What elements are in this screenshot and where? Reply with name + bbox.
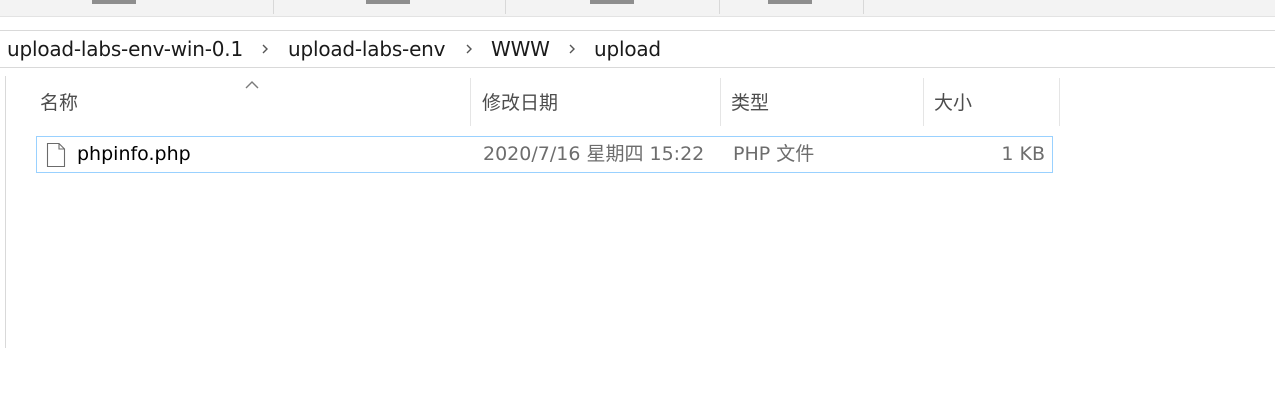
address-bar[interactable]: upload-labs-env-win-0.1 upload-labs-env … <box>0 30 1275 68</box>
column-header-row: 名称 修改日期 类型 大小 <box>30 78 1062 126</box>
breadcrumb-item-upload-labs-env-win[interactable]: upload-labs-env-win-0.1 <box>7 37 243 61</box>
ribbon-tab[interactable] <box>274 0 506 14</box>
chevron-right-icon[interactable] <box>466 42 473 56</box>
ribbon-tab[interactable] <box>720 0 864 14</box>
ribbon-strip <box>0 0 1275 17</box>
file-row[interactable]: phpinfo.php 2020/7/16 星期四 15:22 PHP 文件 1… <box>36 136 1053 173</box>
column-header-date-modified[interactable]: 修改日期 <box>471 78 721 126</box>
column-header-type[interactable]: 类型 <box>721 78 924 126</box>
breadcrumb-item-www[interactable]: WWW <box>491 37 550 61</box>
navigation-pane-border <box>5 76 6 348</box>
file-name[interactable]: phpinfo.php <box>77 143 191 166</box>
column-header-size[interactable]: 大小 <box>924 78 1060 126</box>
breadcrumb-item-upload[interactable]: upload <box>594 37 661 61</box>
column-header-size-label: 大小 <box>934 92 973 114</box>
column-header-name[interactable]: 名称 <box>30 78 471 126</box>
ribbon-tab[interactable] <box>0 0 274 14</box>
file-date-modified: 2020/7/16 星期四 15:22 <box>483 143 705 165</box>
column-header-date-label: 修改日期 <box>482 92 559 114</box>
file-size: 1 KB <box>1001 143 1045 165</box>
column-header-name-label: 名称 <box>40 92 79 114</box>
file-type: PHP 文件 <box>733 143 815 165</box>
breadcrumb-item-upload-labs-env[interactable]: upload-labs-env <box>288 37 445 61</box>
column-header-type-label: 类型 <box>731 92 770 114</box>
document-icon <box>46 142 66 168</box>
chevron-right-icon[interactable] <box>262 42 269 56</box>
chevron-right-icon[interactable] <box>569 42 576 56</box>
ribbon-tab[interactable] <box>506 0 720 14</box>
